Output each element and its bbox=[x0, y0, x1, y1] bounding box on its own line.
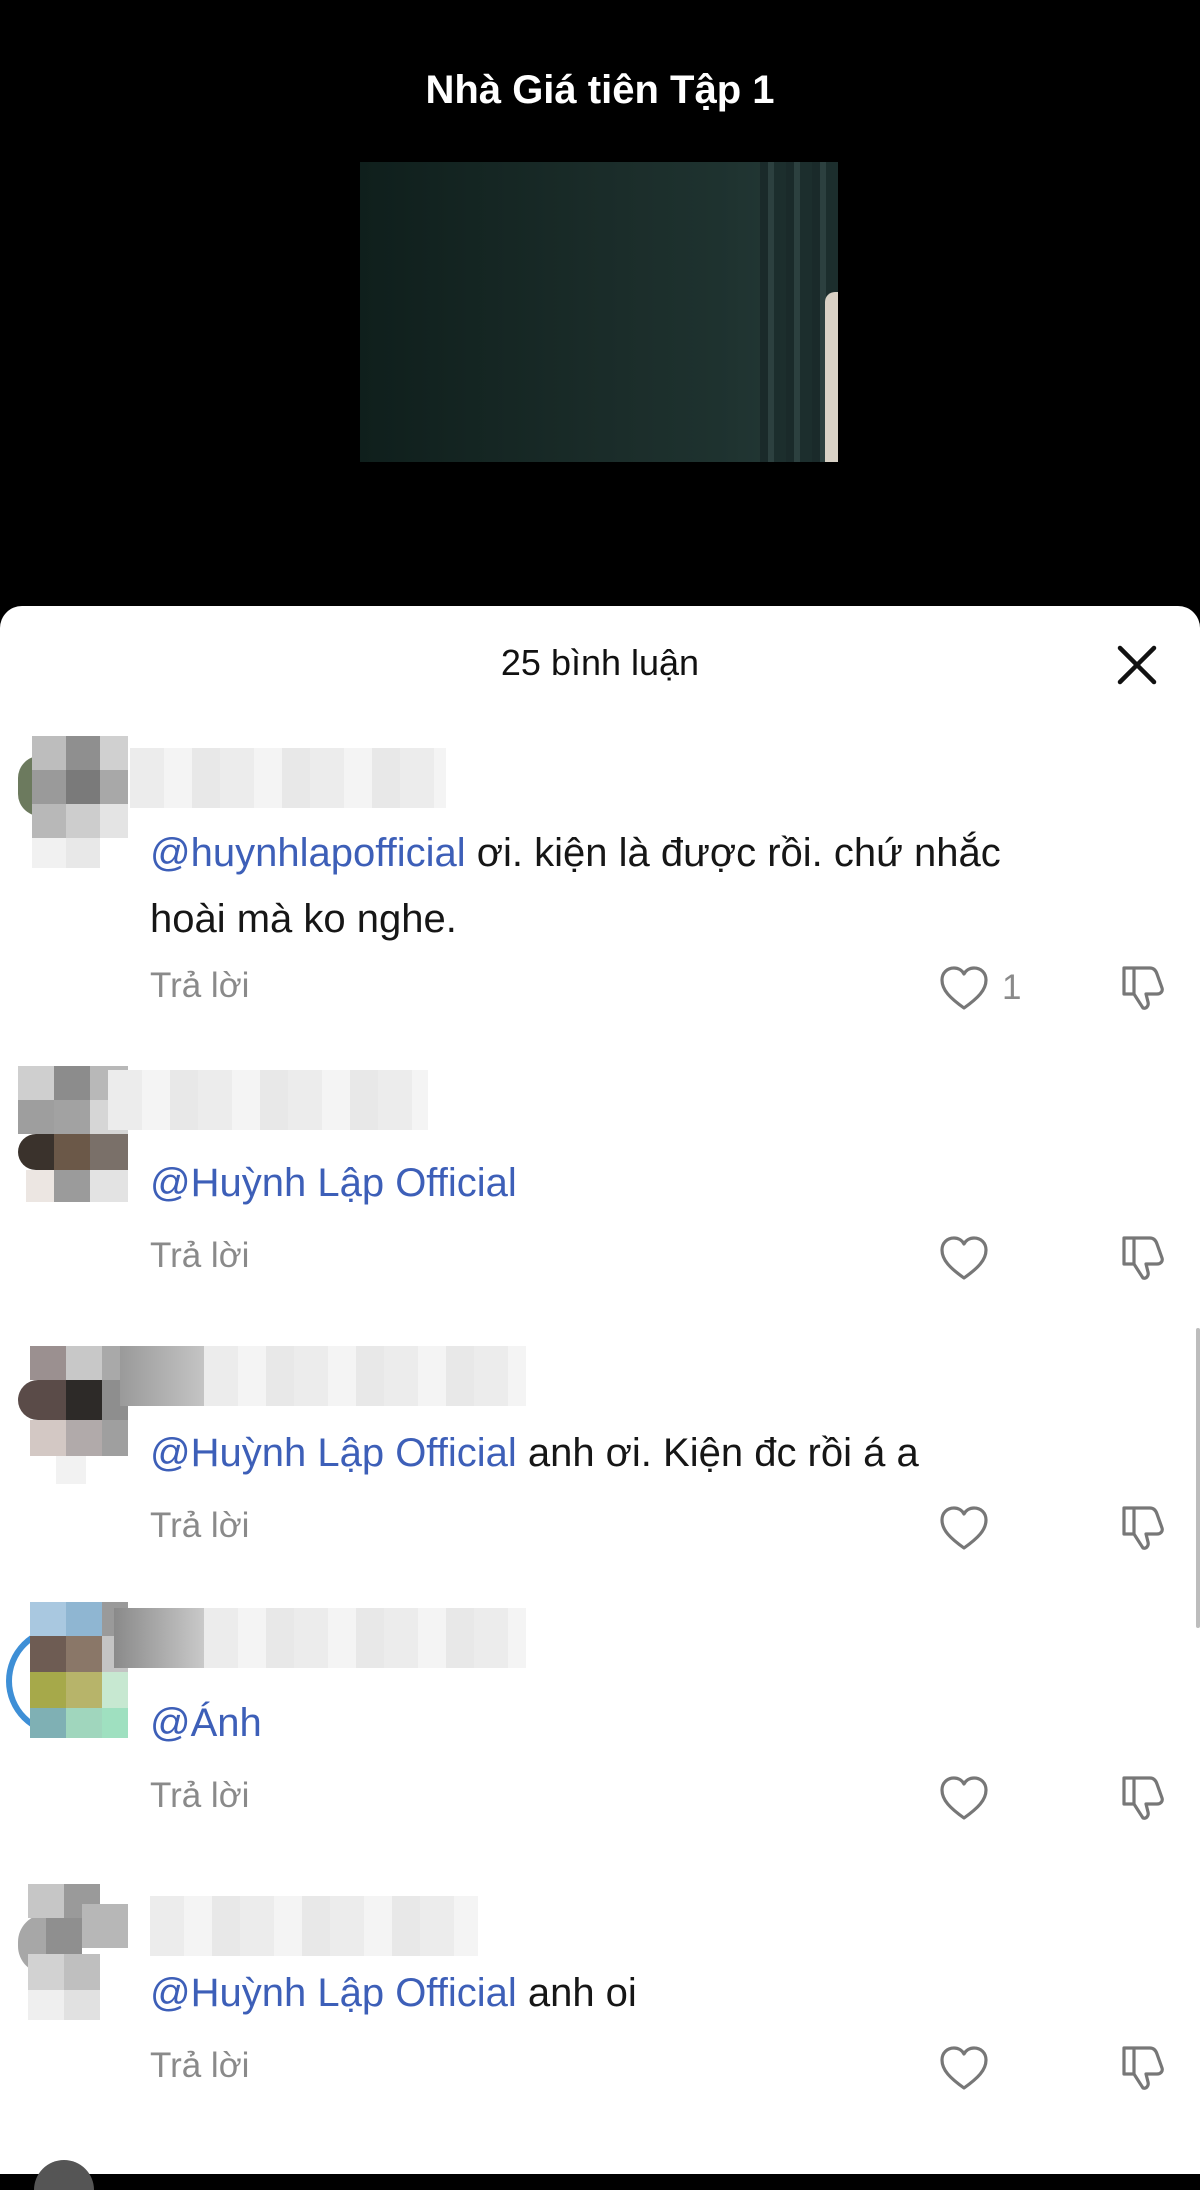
comment-text: @huynhlapofficial ơi. kiện là được rồi. … bbox=[150, 831, 1001, 941]
avatar[interactable] bbox=[18, 1346, 128, 1486]
mention-link[interactable]: @Huỳnh Lập Official bbox=[150, 1161, 517, 1205]
username-blurred[interactable] bbox=[130, 748, 446, 808]
video-title: Nhà Giá tiên Tập 1 bbox=[425, 68, 775, 112]
comments-header: 25 bình luận bbox=[0, 606, 1200, 726]
reply-button[interactable]: Trả lời bbox=[150, 1776, 249, 1816]
username-blurred[interactable] bbox=[150, 1896, 478, 1956]
username-blurred[interactable] bbox=[204, 1608, 526, 1668]
video-frame[interactable] bbox=[360, 162, 838, 462]
reply-button[interactable]: Trả lời bbox=[150, 2046, 249, 2086]
avatar[interactable] bbox=[6, 1602, 128, 1742]
reply-button[interactable]: Trả lời bbox=[150, 1506, 249, 1546]
reply-button[interactable]: Trả lời bbox=[150, 966, 249, 1006]
thumbs-down-outline-icon bbox=[1122, 1236, 1164, 1280]
avatar-overlay-blur bbox=[120, 1346, 204, 1406]
like-button[interactable] bbox=[938, 964, 990, 1012]
like-button[interactable] bbox=[938, 1774, 990, 1822]
heart-outline-icon bbox=[940, 2046, 988, 2090]
like-button[interactable] bbox=[938, 2044, 990, 2092]
mention-link[interactable]: @Huỳnh Lập Official bbox=[150, 1431, 517, 1475]
close-button[interactable] bbox=[1114, 642, 1160, 688]
video-frame-figure bbox=[825, 292, 838, 462]
heart-outline-icon bbox=[940, 1506, 988, 1550]
dislike-button[interactable] bbox=[1116, 1502, 1168, 1554]
like-button[interactable] bbox=[938, 1234, 990, 1282]
dislike-button[interactable] bbox=[1116, 2042, 1168, 2094]
heart-outline-icon bbox=[940, 1236, 988, 1280]
thumbs-down-outline-icon bbox=[1122, 2046, 1164, 2090]
comment-text: @Huỳnh Lập Official anh ơi. Kiện đc rồi … bbox=[150, 1431, 919, 1475]
like-count: 1 bbox=[1002, 968, 1022, 1007]
comment-text: @Ánh bbox=[150, 1690, 1160, 1756]
avatar-overlay-blur bbox=[114, 1608, 204, 1668]
heart-outline-icon bbox=[940, 966, 988, 1010]
dislike-button[interactable] bbox=[1116, 1232, 1168, 1284]
comments-sheet: 25 bình luận @huynhlapofficial ơi. kiện … bbox=[0, 606, 1200, 2174]
dislike-button[interactable] bbox=[1116, 962, 1168, 1014]
reply-button[interactable]: Trả lời bbox=[150, 1236, 249, 1276]
thumbs-down-outline-icon bbox=[1122, 1776, 1164, 1820]
avatar[interactable] bbox=[18, 1884, 128, 2024]
dislike-button[interactable] bbox=[1116, 1772, 1168, 1824]
thumbs-down-outline-icon bbox=[1122, 1506, 1164, 1550]
username-blurred[interactable] bbox=[204, 1346, 526, 1406]
comment-count: 25 bình luận bbox=[500, 642, 700, 683]
scrollbar[interactable] bbox=[1196, 1328, 1200, 1628]
comment-text: @Huỳnh Lập Official bbox=[150, 1150, 1160, 1216]
close-icon bbox=[1117, 645, 1157, 685]
mention-link[interactable]: @Huỳnh Lập Official bbox=[150, 1971, 517, 2015]
mention-link[interactable]: @huynhlapofficial bbox=[150, 831, 466, 875]
video-player[interactable]: Nhà Giá tiên Tập 1 bbox=[0, 0, 1200, 620]
heart-outline-icon bbox=[940, 1776, 988, 1820]
comment-text: @Huỳnh Lập Official anh oi bbox=[150, 1971, 637, 2015]
mention-link[interactable]: @Ánh bbox=[150, 1701, 262, 1745]
like-button[interactable] bbox=[938, 1504, 990, 1552]
avatar[interactable] bbox=[18, 736, 128, 876]
thumbs-down-outline-icon bbox=[1122, 966, 1164, 1010]
username-blurred[interactable] bbox=[108, 1070, 428, 1130]
